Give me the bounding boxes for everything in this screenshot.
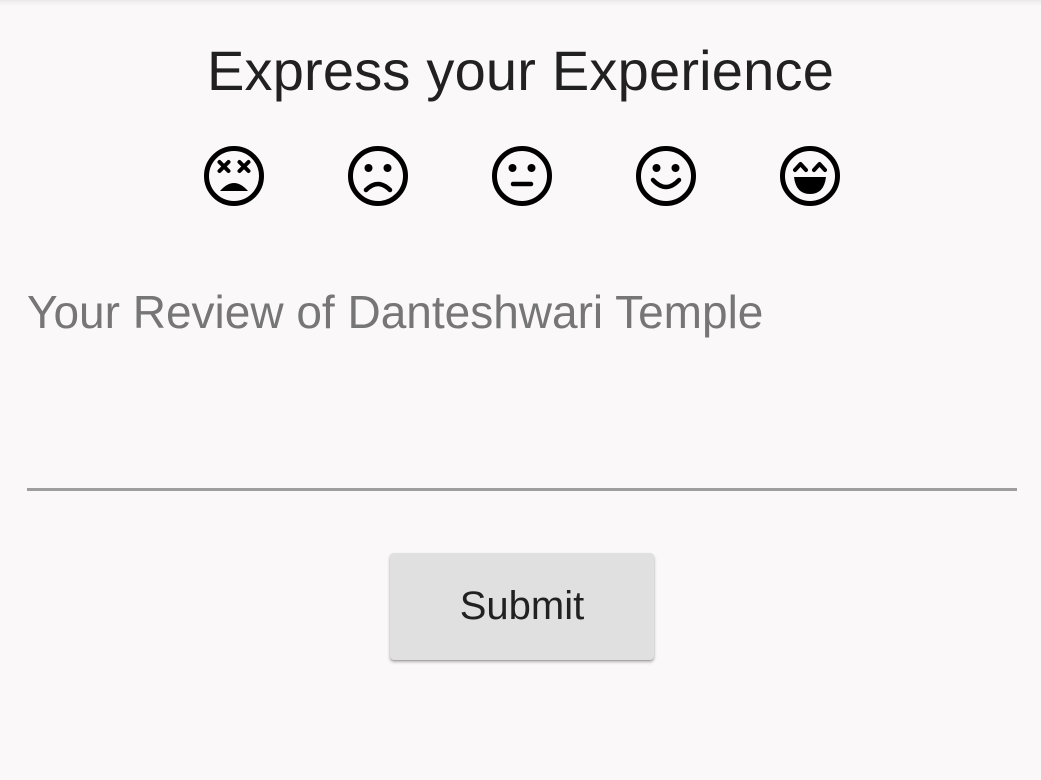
page-title: Express your Experience <box>206 39 835 102</box>
dizzy-face-icon[interactable] <box>202 144 266 208</box>
grin-face-icon[interactable] <box>778 144 842 208</box>
review-screen: Express your Experience Your Review of D… <box>0 0 1041 780</box>
review-input-underline <box>27 488 1017 491</box>
sad-face-icon[interactable] <box>346 144 410 208</box>
app-bar-shadow <box>0 0 1041 6</box>
review-input[interactable] <box>27 280 1017 492</box>
smile-face-icon[interactable] <box>634 144 698 208</box>
review-field <box>27 280 1017 492</box>
submit-button[interactable]: Submit <box>390 553 654 660</box>
neutral-face-icon[interactable] <box>490 144 554 208</box>
rating-selector <box>0 144 1041 208</box>
